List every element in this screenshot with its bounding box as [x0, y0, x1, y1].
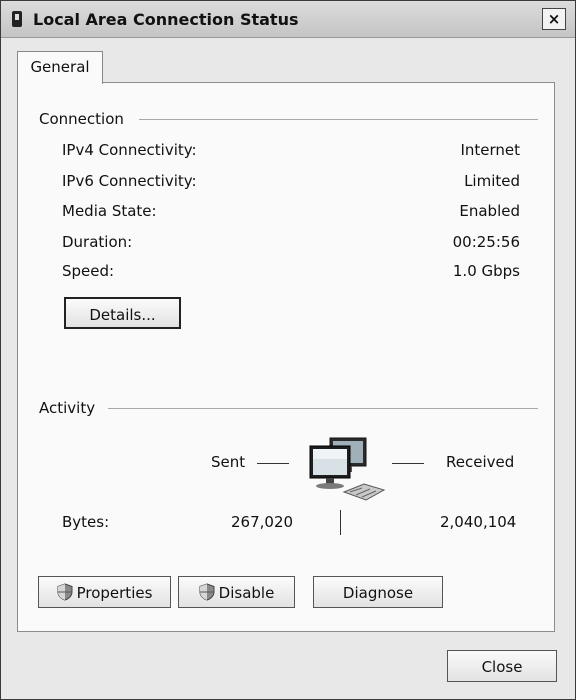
duration-value: 00:25:56: [452, 233, 520, 251]
activity-group-label: Activity: [39, 399, 96, 417]
uac-shield-icon: [57, 583, 73, 601]
speed-label: Speed:: [62, 262, 115, 280]
bytes-sent-value: 267,020: [231, 513, 294, 531]
media-state-label: Media State:: [62, 202, 157, 220]
connection-group-divider: [139, 119, 538, 120]
activity-separator: [340, 510, 341, 535]
activity-group-divider: [108, 408, 538, 409]
bytes-label: Bytes:: [62, 513, 110, 531]
speed-value: 1.0 Gbps: [452, 262, 520, 280]
ipv6-label: IPv6 Connectivity:: [62, 172, 197, 190]
ipv6-value: Limited: [464, 172, 520, 190]
bytes-received-value: 2,040,104: [440, 513, 517, 531]
duration-label: Duration:: [62, 233, 133, 251]
window-title: Local Area Connection Status: [33, 10, 299, 29]
properties-button[interactable]: Properties: [38, 576, 171, 608]
title-bar[interactable]: Local Area Connection Status ×: [1, 1, 575, 38]
status-dialog: Local Area Connection Status × General C…: [0, 0, 576, 700]
diagnose-button[interactable]: Diagnose: [313, 576, 443, 608]
network-computers-icon: [309, 437, 386, 501]
close-button[interactable]: Close: [447, 650, 557, 682]
received-connector-line: [392, 463, 424, 464]
tab-general[interactable]: General: [17, 51, 103, 84]
ipv4-label: IPv4 Connectivity:: [62, 141, 197, 159]
media-state-value: Enabled: [459, 202, 520, 220]
uac-shield-icon: [199, 583, 215, 601]
title-close-button[interactable]: ×: [542, 8, 566, 30]
ipv4-value: Internet: [460, 141, 520, 159]
sent-connector-line: [257, 463, 289, 464]
general-panel: Connection IPv4 Connectivity: Internet I…: [17, 82, 555, 632]
network-adapter-icon: [12, 11, 22, 27]
disable-button-label: Disable: [218, 584, 275, 602]
disable-button[interactable]: Disable: [178, 576, 295, 608]
sent-label: Sent: [211, 453, 246, 471]
details-button[interactable]: Details...: [64, 297, 181, 329]
received-label: Received: [446, 453, 515, 471]
connection-group-label: Connection: [39, 110, 124, 128]
properties-button-label: Properties: [76, 584, 153, 602]
